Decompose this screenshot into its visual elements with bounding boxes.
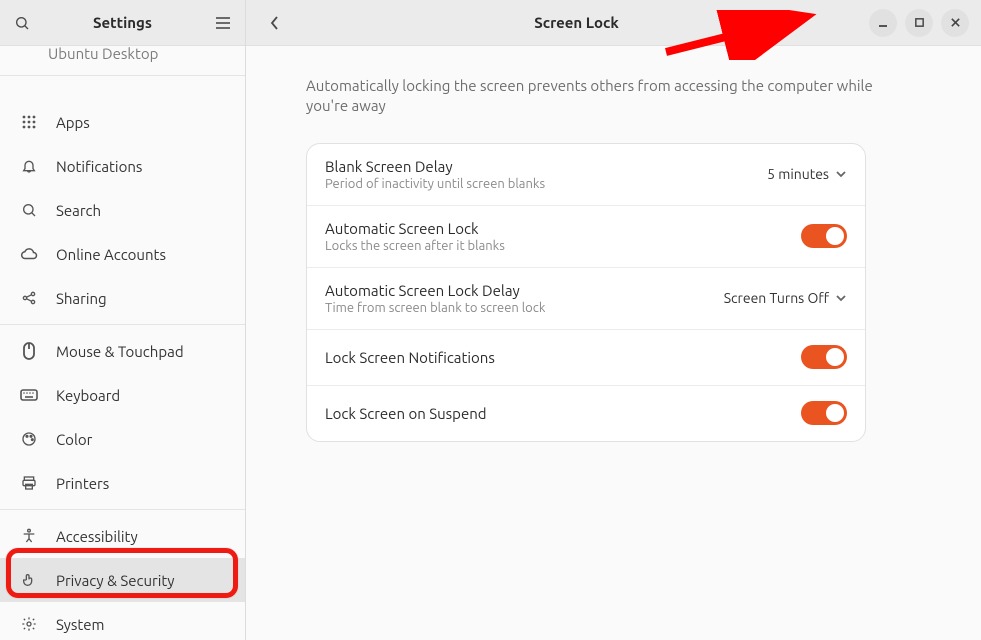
row-title: Automatic Screen Lock (325, 220, 801, 237)
sidebar-item-keyboard[interactable]: Keyboard (0, 373, 245, 417)
bell-icon (18, 158, 40, 174)
search-button[interactable] (0, 0, 44, 46)
chevron-down-icon (835, 292, 847, 304)
lock-screen-on-suspend-toggle[interactable] (801, 401, 847, 425)
sidebar-item-label: Privacy & Security (56, 572, 233, 589)
row-value[interactable]: 5 minutes (767, 166, 847, 182)
nav-separator (0, 509, 245, 510)
row-lock-screen-on-suspend: Lock Screen on Suspend (307, 385, 865, 441)
keyboard-icon (18, 388, 40, 402)
maximize-icon (914, 17, 925, 28)
row-value[interactable]: Screen Turns Off (724, 290, 847, 306)
row-blank-screen-delay[interactable]: Blank Screen Delay Period of inactivity … (307, 144, 865, 205)
main-pane: Screen Lock Automatically locking the sc… (246, 0, 981, 640)
sidebar-item-online-accounts[interactable]: Online Accounts (0, 232, 245, 276)
sidebar-item-label: Sharing (56, 290, 233, 307)
main-header: Screen Lock (246, 0, 981, 46)
sidebar-item-notifications[interactable]: Notifications (0, 144, 245, 188)
sidebar-item-label: System (56, 616, 233, 633)
chevron-down-icon (835, 168, 847, 180)
sidebar-item-privacy-security[interactable]: Privacy & Security (0, 558, 245, 602)
sidebar-item-printers[interactable]: Printers (0, 461, 245, 505)
sidebar-item-label: Search (56, 202, 233, 219)
maximize-button[interactable] (905, 9, 933, 37)
automatic-screen-lock-toggle[interactable] (801, 224, 847, 248)
search-icon (14, 15, 30, 31)
nav-separator (0, 324, 245, 325)
sidebar-item-apps[interactable]: Apps (0, 100, 245, 144)
row-subtitle: Period of inactivity until screen blanks (325, 177, 767, 191)
cloud-icon (18, 247, 40, 261)
sidebar-item-ubuntu-desktop[interactable]: Ubuntu Desktop (0, 46, 245, 76)
row-lock-screen-notifications: Lock Screen Notifications (307, 329, 865, 385)
row-title: Automatic Screen Lock Delay (325, 282, 724, 299)
minimize-icon (877, 17, 889, 29)
close-button[interactable] (941, 9, 969, 37)
row-subtitle: Time from screen blank to screen lock (325, 301, 724, 315)
row-automatic-screen-lock: Automatic Screen Lock Locks the screen a… (307, 205, 865, 267)
chevron-left-icon (269, 15, 281, 31)
sidebar-item-label: Accessibility (56, 528, 233, 545)
row-title: Blank Screen Delay (325, 158, 767, 175)
hamburger-button[interactable] (201, 0, 245, 46)
page-description: Automatically locking the screen prevent… (306, 76, 896, 117)
sidebar-item-system[interactable]: System (0, 602, 245, 640)
sidebar-title: Settings (44, 14, 201, 31)
sidebar-item-color[interactable]: Color (0, 417, 245, 461)
sidebar-nav: Ubuntu Desktop Apps Notifications Search… (0, 46, 245, 640)
sidebar-header: Settings (0, 0, 245, 46)
sidebar-item-mouse[interactable]: Mouse & Touchpad (0, 329, 245, 373)
color-icon (18, 431, 40, 447)
minimize-button[interactable] (869, 9, 897, 37)
sidebar-item-label: Keyboard (56, 387, 233, 404)
row-subtitle: Locks the screen after it blanks (325, 239, 801, 253)
page-title: Screen Lock (292, 14, 861, 31)
sidebar-item-sharing[interactable]: Sharing (0, 276, 245, 320)
close-icon (950, 17, 961, 28)
sidebar-item-accessibility[interactable]: Accessibility (0, 514, 245, 558)
row-title: Lock Screen on Suspend (325, 405, 801, 422)
content-area: Automatically locking the screen prevent… (246, 46, 981, 472)
sidebar-item-label: Mouse & Touchpad (56, 343, 233, 360)
sidebar-item-search[interactable]: Search (0, 188, 245, 232)
share-icon (18, 290, 40, 306)
sidebar-item-label: Color (56, 431, 233, 448)
grid-icon (18, 114, 40, 130)
accessibility-icon (18, 528, 40, 544)
row-title: Lock Screen Notifications (325, 349, 801, 366)
gear-icon (18, 616, 40, 632)
sidebar-item-label: Apps (56, 114, 233, 131)
search-icon (18, 202, 40, 218)
sidebar-item-label: Printers (56, 475, 233, 492)
printer-icon (18, 475, 40, 491)
back-button[interactable] (258, 6, 292, 40)
settings-card: Blank Screen Delay Period of inactivity … (306, 143, 866, 442)
sidebar-item-label: Online Accounts (56, 246, 233, 263)
row-automatic-screen-lock-delay[interactable]: Automatic Screen Lock Delay Time from sc… (307, 267, 865, 329)
mouse-icon (18, 342, 40, 360)
hand-icon (18, 572, 40, 588)
hamburger-icon (215, 16, 231, 30)
sidebar-item-label: Notifications (56, 158, 233, 175)
lock-screen-notifications-toggle[interactable] (801, 345, 847, 369)
sidebar: Settings Ubuntu Desktop Apps Notificatio… (0, 0, 246, 640)
